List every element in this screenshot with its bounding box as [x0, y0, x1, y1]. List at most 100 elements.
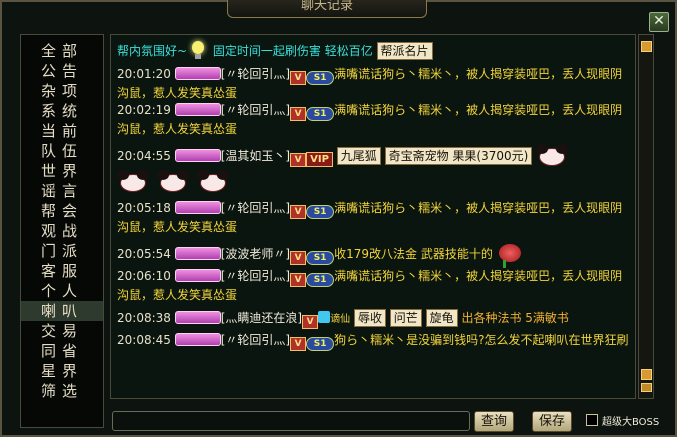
message-time: 20:01:20 — [117, 67, 171, 81]
sidebar-item-trade[interactable]: 交易 — [21, 321, 103, 341]
chat-header: 帮内氛围好~ 固定时间一起刷伤害 轻松百亿 帮派名片 — [117, 39, 629, 62]
level-icon: S1 — [306, 251, 335, 265]
chat-messages: 帮内氛围好~ 固定时间一起刷伤害 轻松百亿 帮派名片 20:01:20 [〃轮回… — [110, 34, 636, 399]
title-badge-icon — [174, 201, 221, 214]
message-time: 20:04:55 — [117, 149, 171, 163]
vip-badge: VIP — [306, 152, 333, 167]
message-text: 狗ら丶糯米丶是没骗到钱吗?怎么发不起喇叭在世界狂刷 — [334, 333, 629, 347]
chat-message: 20:08:45 [〃轮回引灬] V S1 狗ら丶糯米丶是没骗到钱吗?怎么发不起喇叭在… — [117, 332, 629, 351]
chat-log-window: 聊天记录 ✕ 全部 公告 杂项 系统 当前 队伍 世界 谣言 帮会 观战 门派 … — [0, 0, 677, 437]
sender-name[interactable]: [〃轮回引灬] — [221, 269, 290, 283]
v-icon: V — [290, 153, 307, 167]
level-icon: S1 — [306, 337, 335, 351]
title-badge-icon — [174, 149, 221, 162]
sidebar-item-horn[interactable]: 喇叭 — [21, 301, 103, 321]
channel-sidebar: 全部 公告 杂项 系统 当前 队伍 世界 谣言 帮会 观战 门派 客服 个人 喇… — [20, 34, 104, 428]
wing-icon — [318, 311, 331, 323]
v-icon: V — [290, 71, 307, 85]
sender-name[interactable]: [〃轮回引灬] — [221, 103, 290, 117]
message-time: 20:05:18 — [117, 201, 171, 215]
sidebar-item-system[interactable]: 系统 — [21, 101, 103, 121]
v-icon: V — [290, 251, 307, 265]
emoticon-icon — [157, 170, 189, 194]
v-icon: V — [290, 273, 307, 287]
chat-scrollbar[interactable] — [638, 34, 654, 399]
v-icon: V — [290, 107, 307, 121]
chat-message: 20:01:20 [〃轮回引灬] V S1 满嘴谎话狗ら丶糯米丶，被人揭穿装哑巴，丢人… — [117, 66, 629, 102]
chat-message: 20:08:38 [灬瞒迪还在浪] V 谪仙 辱收 问芒 旋龟 出各种法书 5满敏书 — [117, 308, 629, 330]
message-time: 20:08:45 — [117, 333, 171, 347]
sender-name[interactable]: [〃轮回引灬] — [221, 333, 290, 347]
query-button[interactable]: 查询 — [474, 411, 514, 432]
sidebar-item-province[interactable]: 同省 — [21, 341, 103, 361]
item-link[interactable]: 九尾狐 — [336, 147, 381, 165]
guild-card-link[interactable]: 帮派名片 — [376, 42, 433, 60]
v-icon: V — [290, 337, 307, 351]
emote-row — [117, 170, 629, 196]
save-button[interactable]: 保存 — [532, 411, 572, 432]
sidebar-item-personal[interactable]: 个人 — [21, 281, 103, 301]
title-badge-icon — [174, 269, 221, 282]
message-text: 收179改八法金 武器技能十的 — [334, 247, 493, 261]
sender-name[interactable]: [〃轮回引灬] — [221, 67, 290, 81]
emoticon-icon — [197, 170, 229, 194]
message-time: 20:05:54 — [117, 247, 171, 261]
sender-name[interactable]: [〃轮回引灬] — [221, 201, 290, 215]
item-link[interactable]: 旋龟 — [425, 309, 458, 327]
message-time: 20:08:38 — [117, 311, 171, 325]
sidebar-item-team[interactable]: 队伍 — [21, 141, 103, 161]
sidebar-item-current[interactable]: 当前 — [21, 121, 103, 141]
emoticon-icon — [536, 144, 569, 168]
sender-name[interactable]: [灬瞒迪还在浪] — [221, 311, 302, 325]
sidebar-item-sect[interactable]: 门派 — [21, 241, 103, 261]
chat-search-input[interactable] — [112, 411, 470, 431]
item-link[interactable]: 问芒 — [389, 309, 422, 327]
scroll-down-icon[interactable] — [641, 369, 652, 380]
title-badge-icon — [174, 67, 221, 80]
title-badge-icon — [174, 103, 221, 116]
sidebar-item-support[interactable]: 客服 — [21, 261, 103, 281]
flower-emoticon-icon — [493, 242, 527, 268]
sidebar-item-spectate[interactable]: 观战 — [21, 221, 103, 241]
item-link[interactable]: 辱收 — [353, 309, 386, 327]
scroll-up-icon[interactable] — [641, 41, 652, 52]
close-icon[interactable]: ✕ — [649, 12, 669, 32]
title-badge-icon — [174, 333, 221, 346]
message-text: 出各种法书 5满敏书 — [457, 311, 569, 325]
title-badge-icon — [174, 311, 221, 324]
level-icon: S1 — [306, 273, 335, 287]
sidebar-item-misc[interactable]: 杂项 — [21, 81, 103, 101]
header-text: 帮内氛围好~ — [117, 44, 188, 58]
sender-name[interactable]: [温其如玉丶] — [221, 149, 290, 163]
message-time: 20:02:19 — [117, 103, 171, 117]
sidebar-item-guild[interactable]: 帮会 — [21, 201, 103, 221]
sidebar-item-world[interactable]: 世界 — [21, 161, 103, 181]
sidebar-item-star-realm[interactable]: 星界 — [21, 361, 103, 381]
message-time: 20:06:10 — [117, 269, 171, 283]
immortal-badge: 谪仙 — [330, 314, 351, 325]
super-boss-checkbox[interactable] — [586, 414, 598, 426]
sidebar-item-filter[interactable]: 筛选 — [21, 381, 103, 401]
sidebar-item-all[interactable]: 全部 — [21, 41, 103, 61]
sender-name[interactable]: [波波老师〃] — [221, 247, 290, 261]
v-icon: V — [290, 205, 307, 219]
level-icon: S1 — [306, 205, 335, 219]
chat-message: 20:05:54 [波波老师〃] V S1 收179改八法金 武器技能十的 — [117, 242, 629, 268]
super-boss-label: 超级大BOSS — [602, 417, 660, 428]
emoticon-icon — [117, 170, 149, 194]
title-badge-icon — [174, 247, 221, 260]
window-title: 聊天记录 — [227, 0, 427, 18]
chat-message: 20:02:19 [〃轮回引灬] V S1 满嘴谎话狗ら丶糯米丶，被人揭穿装哑巴，丢人… — [117, 102, 629, 138]
level-icon: S1 — [306, 71, 335, 85]
chat-message: 20:05:18 [〃轮回引灬] V S1 满嘴谎话狗ら丶糯米丶，被人揭穿装哑巴，丢人… — [117, 200, 629, 236]
scroll-thumb[interactable] — [641, 383, 652, 392]
lightbulb-icon — [187, 39, 209, 61]
sidebar-item-rumor[interactable]: 谣言 — [21, 181, 103, 201]
chat-message: 20:04:55 [温其如玉丶] V VIP 九尾狐 奇宝斋宠物 果果(3700元) — [117, 144, 629, 168]
item-link[interactable]: 奇宝斋宠物 果果(3700元) — [384, 147, 533, 165]
header-text-2: 固定时间一起刷伤害 轻松百亿 — [209, 44, 373, 58]
level-icon: S1 — [306, 107, 335, 121]
chat-message: 20:06:10 [〃轮回引灬] V S1 满嘴谎话狗ら丶糯米丶，被人揭穿装哑巴，丢人… — [117, 268, 629, 304]
v-icon: V — [302, 315, 319, 329]
sidebar-item-announcement[interactable]: 公告 — [21, 61, 103, 81]
